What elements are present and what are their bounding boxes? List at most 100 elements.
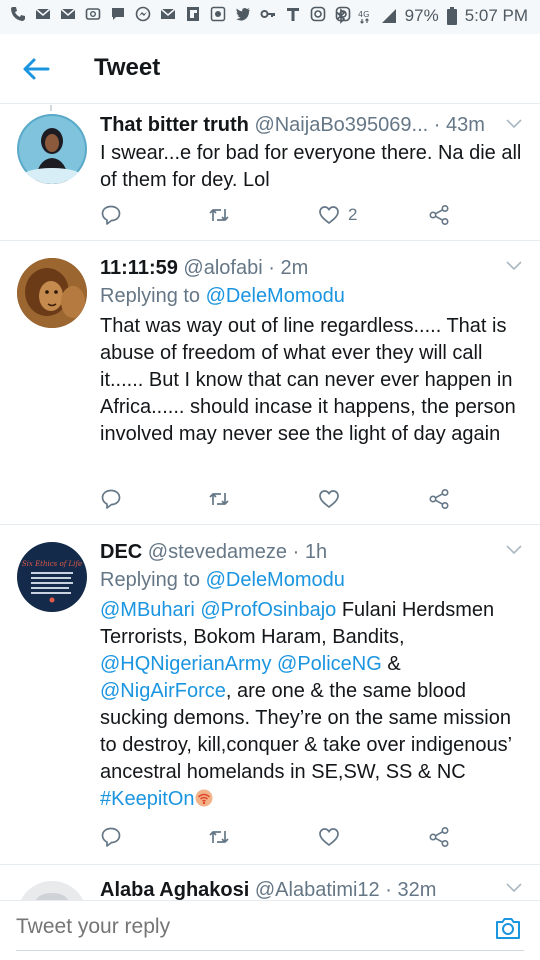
replying-to: Replying to @DeleMomodu bbox=[100, 283, 526, 309]
twitter-icon bbox=[236, 7, 250, 21]
avatar-text: Six Ethics of Life bbox=[22, 560, 82, 568]
flipboard-icon bbox=[187, 7, 199, 21]
like-button[interactable]: 2 bbox=[318, 203, 357, 227]
mention-link[interactable]: @HQNigerianArmy bbox=[100, 653, 271, 675]
avatar[interactable] bbox=[17, 258, 87, 328]
reply-icon bbox=[101, 827, 121, 847]
share-icon bbox=[429, 204, 449, 226]
4g-icon: 4G bbox=[358, 10, 369, 24]
top-app-bar: Tweet bbox=[0, 34, 540, 104]
tweet-actions bbox=[100, 825, 460, 851]
replying-to-label: Replying to bbox=[100, 569, 201, 591]
retweet-icon bbox=[209, 831, 229, 843]
tweet-actions bbox=[100, 487, 460, 513]
mention-link[interactable]: @MBuhari bbox=[100, 599, 195, 621]
whatsapp-icon bbox=[210, 6, 226, 22]
reply-button[interactable] bbox=[100, 487, 122, 511]
key-icon bbox=[260, 10, 275, 18]
tweet[interactable]: Six Ethics of Life DEC @stevedameze · 1h… bbox=[0, 525, 540, 865]
phone-icon bbox=[11, 7, 25, 21]
reply-icon bbox=[101, 205, 121, 225]
display-name[interactable]: Alaba Aghakosi bbox=[100, 879, 249, 900]
retweet-button[interactable] bbox=[208, 825, 230, 849]
like-icon bbox=[319, 828, 339, 847]
bluetooth-icon bbox=[336, 8, 345, 24]
user-handle[interactable]: @NaijaBo395069... bbox=[254, 114, 428, 136]
tweet[interactable]: Alaba Aghakosi @Alabatimi12 · 32m bbox=[0, 865, 540, 900]
mention-link[interactable]: @ProfOsinbajo bbox=[200, 599, 336, 621]
mention-link[interactable]: @PoliceNG bbox=[277, 653, 382, 675]
reply-button[interactable] bbox=[100, 203, 122, 227]
chat-icon bbox=[112, 8, 124, 20]
clock: 5:07 PM bbox=[464, 6, 528, 25]
user-handle[interactable]: @alofabi bbox=[183, 257, 262, 279]
battery-level: 97% bbox=[404, 6, 439, 25]
share-button[interactable] bbox=[428, 487, 450, 511]
wifi-hashflag-icon bbox=[195, 789, 213, 807]
timestamp: · 32m bbox=[385, 879, 437, 900]
mail-icon bbox=[35, 8, 51, 19]
share-button[interactable] bbox=[428, 203, 450, 227]
status-bar: 4G 97% 5:07 PM bbox=[0, 0, 540, 34]
replying-to-mention[interactable]: @DeleMomodu bbox=[206, 569, 345, 591]
back-arrow-icon[interactable] bbox=[20, 54, 52, 84]
mail-icon bbox=[60, 8, 76, 19]
display-name[interactable]: DEC bbox=[100, 541, 142, 563]
display-name[interactable]: That bitter truth bbox=[100, 114, 249, 136]
share-button[interactable] bbox=[428, 825, 450, 849]
chevron-down-icon[interactable] bbox=[506, 545, 522, 555]
display-name[interactable]: 11:11:59 bbox=[100, 257, 178, 279]
timestamp: · 2m bbox=[268, 257, 309, 279]
battery-icon bbox=[446, 7, 457, 25]
reply-bar bbox=[0, 900, 540, 960]
camera-icon[interactable] bbox=[494, 914, 522, 942]
replying-to-mention[interactable]: @DeleMomodu bbox=[206, 285, 345, 307]
replying-to: Replying to @DeleMomodu bbox=[100, 567, 526, 593]
chevron-down-icon[interactable] bbox=[506, 261, 522, 271]
tweet-actions: 2 bbox=[100, 203, 460, 229]
system-status: 4G 97% 5:07 PM bbox=[333, 6, 528, 26]
gallery-icon bbox=[85, 8, 101, 20]
share-icon bbox=[429, 826, 449, 848]
tweet[interactable]: 11:11:59 @alofabi · 2m Replying to @Dele… bbox=[0, 241, 540, 525]
retweet-icon bbox=[209, 493, 229, 505]
input-underline bbox=[16, 950, 524, 951]
like-count: 2 bbox=[348, 205, 358, 224]
hashtag-link[interactable]: #KeepitOn bbox=[100, 788, 195, 810]
timestamp: · 43m bbox=[433, 114, 485, 136]
chevron-down-icon[interactable] bbox=[506, 883, 522, 893]
thread-connector bbox=[50, 105, 52, 111]
tweet-text-segment: & bbox=[387, 653, 401, 675]
avatar[interactable]: Six Ethics of Life bbox=[17, 542, 87, 612]
like-button[interactable] bbox=[318, 825, 348, 849]
notification-icons bbox=[10, 6, 351, 22]
signal-icon bbox=[381, 9, 396, 23]
page-title: Tweet bbox=[94, 54, 161, 81]
instagram-icon bbox=[310, 6, 326, 22]
timestamp: · 1h bbox=[292, 541, 328, 563]
mail-icon bbox=[160, 8, 176, 19]
tweet-text: I swear...e for bad for everyone there. … bbox=[100, 142, 522, 191]
tweet-text: That was way out of line regardless.....… bbox=[100, 315, 516, 445]
retweet-button[interactable] bbox=[208, 487, 230, 511]
retweet-icon bbox=[209, 209, 229, 221]
reply-icon bbox=[101, 489, 121, 509]
messenger-icon bbox=[135, 6, 151, 22]
like-icon bbox=[319, 490, 339, 509]
tweet-text: @MBuhari @ProfOsinbajo Fulani Herdsmen T… bbox=[100, 597, 526, 813]
user-handle[interactable]: @Alabatimi12 bbox=[255, 879, 380, 900]
like-icon bbox=[319, 206, 339, 225]
svg-text:4G: 4G bbox=[358, 10, 369, 19]
like-button[interactable] bbox=[318, 487, 348, 511]
avatar[interactable] bbox=[17, 881, 87, 900]
tweet[interactable]: That bitter truth @NaijaBo395069... · 43… bbox=[0, 105, 540, 241]
avatar[interactable] bbox=[17, 114, 87, 184]
user-handle[interactable]: @stevedameze bbox=[148, 541, 287, 563]
reply-button[interactable] bbox=[100, 825, 122, 849]
retweet-button[interactable] bbox=[208, 203, 230, 227]
reply-input[interactable] bbox=[16, 915, 456, 939]
share-icon bbox=[429, 488, 449, 510]
chevron-down-icon[interactable] bbox=[506, 119, 522, 129]
replying-to-label: Replying to bbox=[100, 285, 201, 307]
mention-link[interactable]: @NigAirForce bbox=[100, 680, 226, 702]
